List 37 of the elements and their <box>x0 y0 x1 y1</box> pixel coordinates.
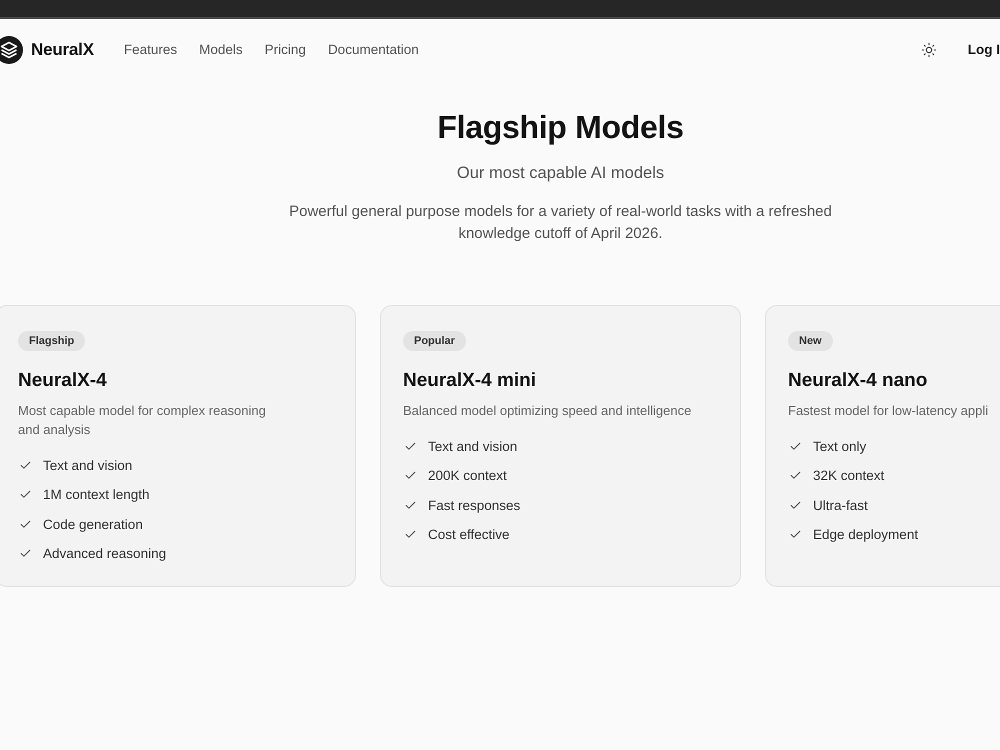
feature-text: Text and vision <box>43 458 132 472</box>
model-name: NeuralX-4 <box>18 369 107 393</box>
nav-link[interactable]: Models <box>199 42 243 57</box>
check-icon <box>18 458 32 472</box>
feature-text: Cost effective <box>428 527 510 542</box>
check-icon <box>18 518 32 530</box>
page-description: Powerful general purpose models for a variety of real-world tasks with a refreshed knowledge cutoff of April 2026. <box>289 202 832 244</box>
model-badge: Popular <box>403 331 466 351</box>
feature-text: Code generation <box>43 516 143 532</box>
theme-toggle-sun-icon[interactable] <box>920 42 937 58</box>
model-description: Fastest model for low-latency appli <box>788 402 988 420</box>
check-icon <box>788 440 802 452</box>
login-link[interactable]: Log I <box>968 42 1000 57</box>
brand-name: NeuralX <box>31 40 94 60</box>
feature-text: Text only <box>813 438 866 454</box>
page-subtitle: Our most capable AI models <box>456 163 664 184</box>
feature-text: Text and vision <box>428 438 518 454</box>
feature-text: Edge deployment <box>813 527 918 542</box>
nav-link[interactable]: Features <box>124 42 178 57</box>
model-description: Most capable model for complex reasoning and analysis <box>18 402 266 439</box>
feature-text: Advanced reasoning <box>43 546 166 561</box>
model-name: NeuralX-4 mini <box>403 369 536 393</box>
model-name: NeuralX-4 nano <box>788 369 928 393</box>
feature-text: 200K context <box>428 468 507 483</box>
feature-text: Fast responses <box>428 498 520 512</box>
model-badge: New <box>788 331 833 351</box>
nav-link[interactable]: Pricing <box>264 42 306 57</box>
check-icon <box>403 498 417 512</box>
nav-link[interactable]: Documentation <box>328 42 419 57</box>
feature-text: 1M context length <box>43 487 150 502</box>
page-title: Flagship Models <box>437 108 684 147</box>
model-description: Balanced model optimizing speed and intelligence <box>403 402 692 420</box>
model-badge: Flagship <box>18 331 86 351</box>
check-icon <box>403 440 417 452</box>
feature-text: Ultra-fast <box>813 498 868 512</box>
check-icon <box>788 498 802 512</box>
feature-text: 32K context <box>813 468 884 483</box>
